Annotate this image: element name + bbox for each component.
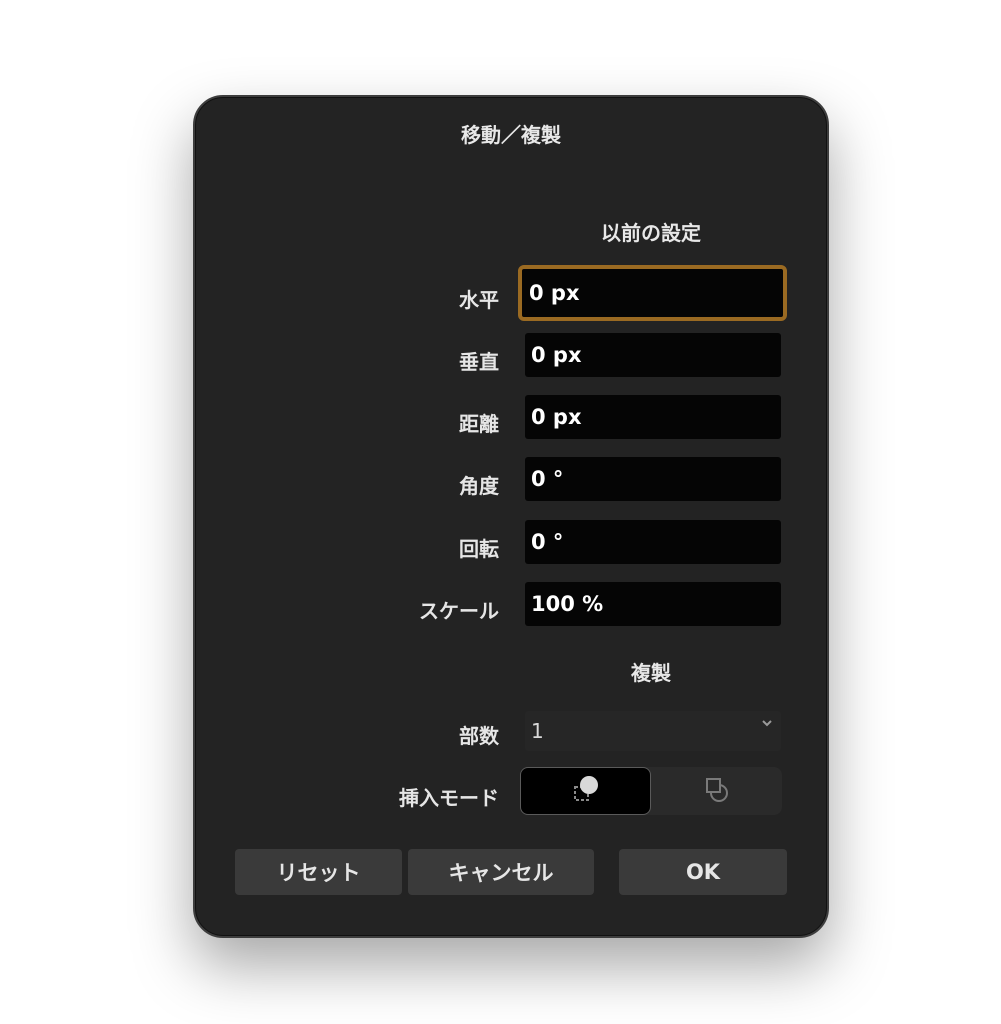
- insert-below-icon: [697, 772, 737, 810]
- insert-mode-option-above[interactable]: [520, 767, 651, 815]
- copies-value: 1: [531, 719, 544, 743]
- angle-label: 角度: [459, 474, 499, 498]
- copies-label: 部数: [459, 724, 499, 748]
- vertical-input[interactable]: [525, 333, 781, 377]
- horizontal-input[interactable]: [518, 265, 787, 321]
- reset-button[interactable]: リセット: [235, 849, 402, 895]
- duplicate-heading: 複製: [631, 661, 671, 685]
- rotation-label: 回転: [459, 537, 499, 561]
- insert-above-icon: [566, 772, 606, 810]
- ok-button[interactable]: OK: [619, 849, 787, 895]
- move-duplicate-dialog: 移動／複製 以前の設定 水平 垂直 距離 角度 回転 スケール 複製 部数 1 …: [193, 95, 829, 938]
- horizontal-label: 水平: [459, 288, 499, 312]
- scale-input[interactable]: [525, 582, 781, 626]
- insert-mode-segmented-control: [520, 767, 782, 815]
- distance-input[interactable]: [525, 395, 781, 439]
- rotation-input[interactable]: [525, 520, 781, 564]
- previous-settings-heading: 以前の設定: [601, 221, 701, 245]
- cancel-button[interactable]: キャンセル: [408, 849, 594, 895]
- insert-mode-label: 挿入モード: [399, 786, 499, 810]
- copies-select[interactable]: 1: [525, 711, 781, 751]
- angle-input[interactable]: [525, 457, 781, 501]
- scale-label: スケール: [419, 599, 499, 623]
- chevron-down-icon: [761, 717, 773, 733]
- insert-mode-option-below[interactable]: [651, 767, 782, 815]
- vertical-label: 垂直: [459, 350, 499, 374]
- dialog-title: 移動／複製: [461, 123, 561, 147]
- distance-label: 距離: [459, 412, 499, 436]
